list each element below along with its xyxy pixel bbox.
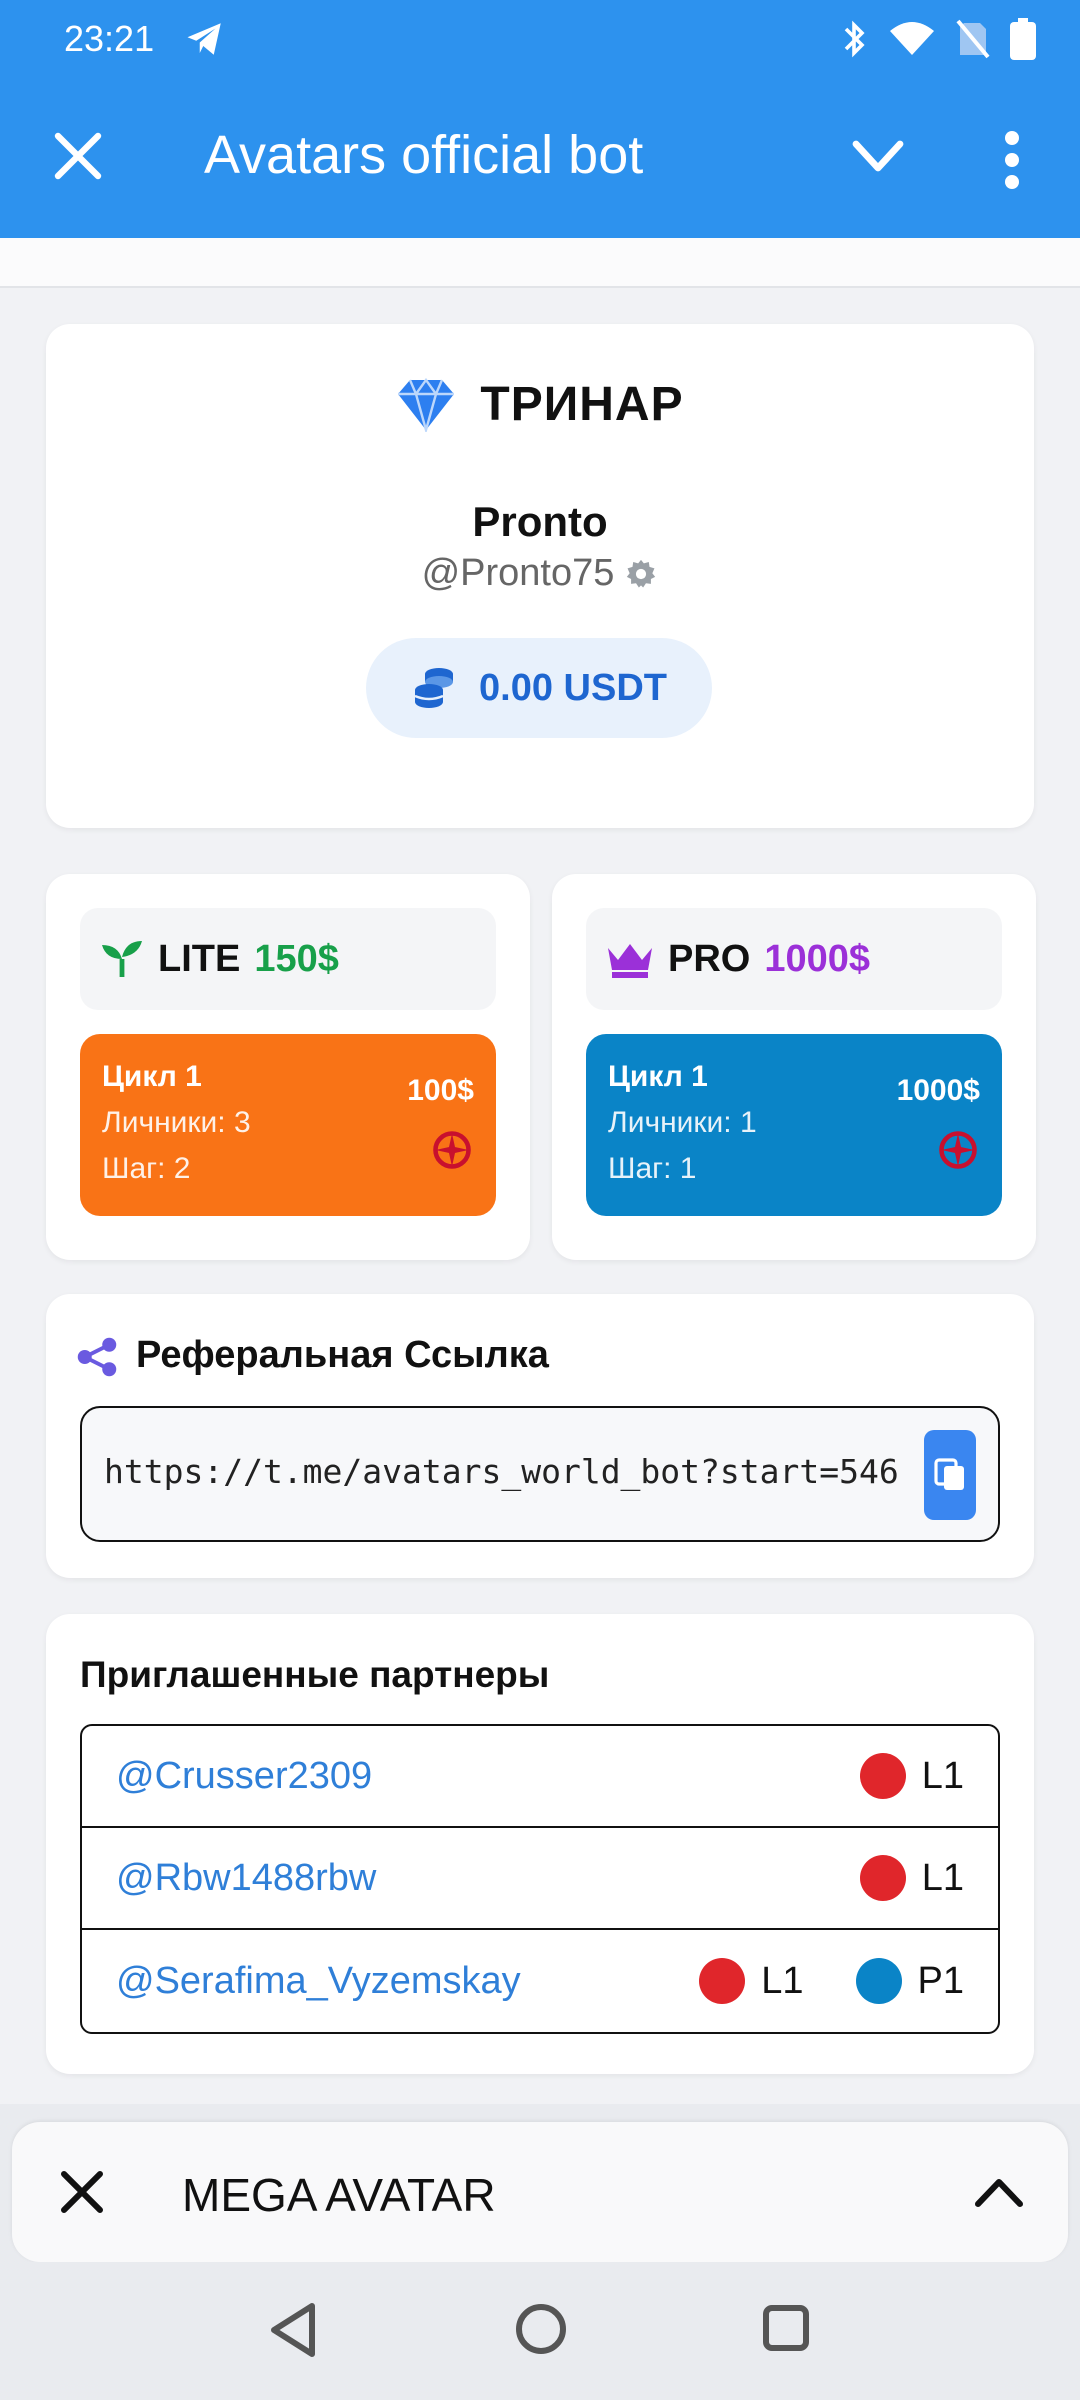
avatar-logo-icon bbox=[433, 1131, 471, 1169]
partner-username[interactable]: @Serafima_Vyzemskay bbox=[116, 1960, 521, 2003]
level-label: P1 bbox=[917, 1959, 964, 2002]
recents-icon[interactable] bbox=[760, 2302, 812, 2354]
partners-table: @Crusser2309 L1 @Rbw1488rbw L1 @Serafima_Vyz… bbox=[80, 1724, 1000, 2034]
cycle-title-lite: Цикл 1 bbox=[102, 1060, 202, 1093]
user-handle-row: @Pronto75 bbox=[46, 552, 1034, 595]
coins-icon bbox=[414, 668, 454, 708]
level-badge: P1 bbox=[855, 1958, 964, 2004]
plan-header-pro: PRO 1000$ bbox=[586, 908, 1002, 1010]
personal-count-lite: Личники: 3 bbox=[102, 1106, 251, 1139]
referral-link-field[interactable]: https://t.me/avatars_world_bot?start=546 bbox=[80, 1406, 1000, 1542]
partner-row[interactable]: @Rbw1488rbw L1 bbox=[82, 1828, 998, 1930]
level-badge: L1 bbox=[859, 1855, 964, 1901]
share-icon bbox=[77, 1337, 117, 1377]
status-dot-icon bbox=[855, 1958, 902, 2004]
level-label: L1 bbox=[761, 1959, 804, 2002]
referral-title: Реферальная Ссылка bbox=[136, 1334, 549, 1376]
status-dot-icon bbox=[699, 1958, 746, 2004]
status-icons bbox=[840, 18, 1036, 60]
plan-name-lite: LITE bbox=[158, 937, 241, 980]
diamond-icon bbox=[398, 377, 455, 432]
cycle-box-lite[interactable]: Цикл 1 Личники: 3 Шаг: 2 100$ bbox=[80, 1034, 496, 1216]
user-name: Pronto bbox=[472, 498, 608, 545]
chevron-down-icon[interactable] bbox=[848, 132, 908, 182]
cycle-title-pro: Цикл 1 bbox=[608, 1060, 708, 1093]
close-icon[interactable] bbox=[48, 126, 108, 186]
plan-card-pro[interactable]: PRO 1000$ Цикл 1 Личники: 1 Шаг: 1 1000$ bbox=[552, 874, 1036, 1260]
sprout-icon bbox=[102, 941, 142, 977]
back-icon[interactable] bbox=[266, 2300, 320, 2360]
partner-badges: L1 bbox=[824, 1855, 964, 1901]
webview-content[interactable]: ТРИНАР Pronto @Pronto75 0.00 USDT LITE 1… bbox=[0, 238, 1080, 2104]
plan-price-pro: 1000$ bbox=[764, 937, 871, 980]
level-label: L1 bbox=[921, 1754, 964, 1797]
close-icon[interactable] bbox=[56, 2166, 108, 2218]
partner-username[interactable]: @Crusser2309 bbox=[116, 1755, 372, 1798]
app-bar: 23:21 Avatars official bot bbox=[0, 0, 1080, 238]
partner-row[interactable]: @Crusser2309 L1 bbox=[82, 1726, 998, 1828]
bottom-sheet-title: MEGA AVATAR bbox=[182, 2169, 496, 2221]
plan-name-pro: PRO bbox=[668, 937, 751, 980]
referral-link[interactable]: https://t.me/avatars_world_bot?start=546 bbox=[104, 1452, 904, 1491]
personal-count-pro: Личники: 1 bbox=[608, 1106, 757, 1139]
bottom-sheet[interactable]: MEGA AVATAR bbox=[12, 2122, 1068, 2262]
partner-username[interactable]: @Rbw1488rbw bbox=[116, 1857, 376, 1900]
avatar-logo-icon bbox=[939, 1131, 977, 1169]
referral-card: Реферальная Ссылка https://t.me/avatars_… bbox=[46, 1294, 1034, 1578]
cycle-box-pro[interactable]: Цикл 1 Личники: 1 Шаг: 1 1000$ bbox=[586, 1034, 1002, 1216]
more-options-icon[interactable] bbox=[994, 130, 1030, 190]
chevron-up-icon[interactable] bbox=[972, 2172, 1026, 2212]
balance-value: 0.00 USDT bbox=[479, 666, 667, 709]
profile-card: ТРИНАР Pronto @Pronto75 0.00 USDT bbox=[46, 324, 1034, 828]
user-handle: @Pronto75 bbox=[421, 552, 615, 594]
partners-card: Приглашенные партнеры @Crusser2309 L1 @Rbw… bbox=[46, 1614, 1034, 2074]
step-pro: Шаг: 1 bbox=[608, 1152, 697, 1185]
scrolled-header-strip bbox=[0, 238, 1080, 288]
plan-header-lite: LITE 150$ bbox=[80, 908, 496, 1010]
level-badge: L1 bbox=[859, 1753, 964, 1799]
system-nav-bar bbox=[0, 2262, 1080, 2400]
home-icon[interactable] bbox=[514, 2302, 568, 2356]
brand-name: ТРИНАР bbox=[480, 377, 684, 431]
cycle-amount-pro: 1000$ bbox=[896, 1074, 980, 1107]
partner-badges: L1 bbox=[824, 1753, 964, 1799]
plan-price-lite: 150$ bbox=[254, 937, 339, 980]
crown-icon bbox=[608, 944, 652, 978]
brand-header: ТРИНАР bbox=[46, 376, 1034, 432]
copy-link-button[interactable] bbox=[924, 1430, 976, 1520]
balance-pill[interactable]: 0.00 USDT bbox=[366, 638, 712, 738]
copy-icon bbox=[934, 1458, 964, 1490]
gear-icon[interactable] bbox=[624, 557, 658, 591]
plan-card-lite[interactable]: LITE 150$ Цикл 1 Личники: 3 Шаг: 2 100$ bbox=[46, 874, 530, 1260]
battery-icon bbox=[1010, 18, 1036, 60]
cycle-amount-lite: 100$ bbox=[407, 1074, 474, 1107]
partners-title: Приглашенные партнеры bbox=[80, 1654, 550, 1695]
step-lite: Шаг: 2 bbox=[102, 1152, 191, 1185]
partner-badges: L1 P1 bbox=[663, 1958, 964, 2004]
status-dot-icon bbox=[859, 1753, 906, 1799]
level-label: L1 bbox=[921, 1856, 964, 1899]
status-dot-icon bbox=[859, 1855, 906, 1901]
wifi-icon bbox=[890, 22, 934, 55]
partner-row[interactable]: @Serafima_Vyzemskay L1 P1 bbox=[82, 1930, 998, 2032]
telegram-icon bbox=[187, 23, 221, 55]
level-badge: L1 bbox=[699, 1958, 804, 2004]
status-time: 23:21 bbox=[64, 18, 155, 59]
bluetooth-icon bbox=[844, 20, 865, 58]
no-sim-icon bbox=[956, 19, 990, 59]
page-title: Avatars official bot bbox=[204, 125, 644, 185]
